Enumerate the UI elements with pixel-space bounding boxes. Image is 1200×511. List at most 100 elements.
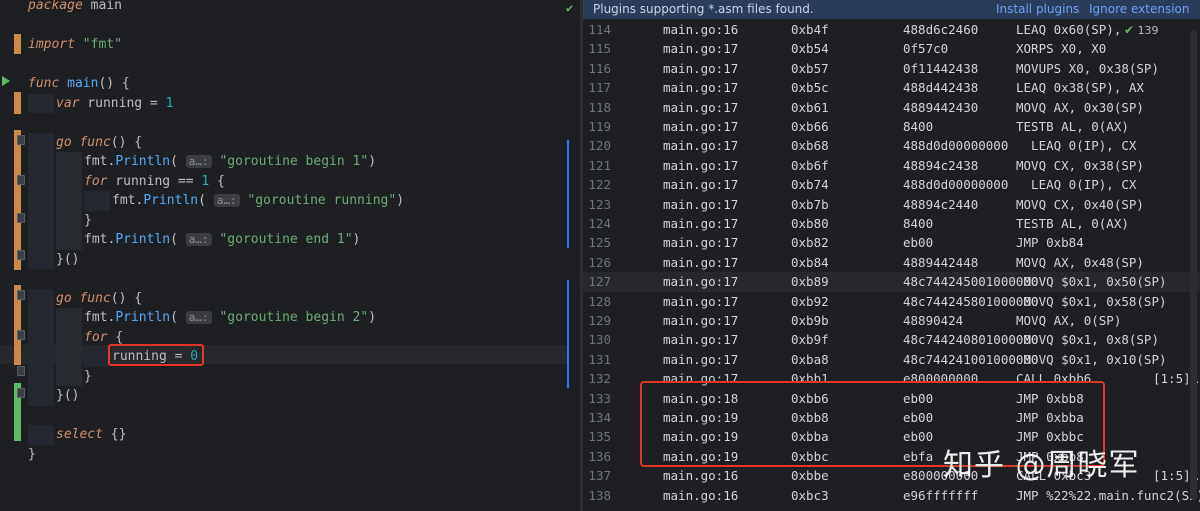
indent-guide [56,191,82,211]
keyword: import [28,37,75,52]
token: "fmt" [74,37,122,52]
keyword: var [56,95,80,111]
asm-line: 115 main.go:17 0xb54 0f57c0 XORPS X0, X0 [583,39,1200,58]
keyword: select [56,427,103,442]
inspection-count: 139 [1137,24,1159,37]
fold-icon[interactable] [17,250,25,260]
fold-icon[interactable] [17,330,25,340]
code-line: go func() { [0,288,580,308]
code-text: } [84,367,92,387]
vcs-change-marker[interactable] [14,130,21,270]
asm-opcode-bytes: 48890424 [903,313,964,328]
line-number: 120 [588,138,611,154]
code-text: fmt.Println( a…: "goroutine running") [112,193,405,208]
code-line: } [0,445,580,465]
asm-source-location: main.go:17 [663,332,739,348]
ide-window: ✔ package main import "fmt" func main() {v… [0,0,1200,511]
indent-guide [28,191,54,211]
fold-icon[interactable] [17,290,25,300]
indent-guide [28,171,54,191]
line-number: 136 [588,448,611,464]
indent-guide [56,230,82,250]
function-name: main [59,76,99,91]
vcs-change-marker[interactable] [14,34,21,54]
line-number: 131 [588,351,611,367]
vcs-change-marker[interactable] [14,92,21,114]
package-name: fmt [84,154,108,169]
vertical-scrollbar[interactable] [1190,30,1197,500]
asm-line: 131 main.go:17 0xba8 48c744241001000000 MOV… [583,350,1200,369]
parameter-hint: a…: [185,311,212,324]
indent-guide [28,93,54,113]
ignore-extension-link[interactable]: Ignore extension [1089,0,1189,19]
asm-instruction: JMP 0xb84 [1016,235,1084,251]
code-line: }() [0,249,580,269]
asm-line: 120 main.go:17 0xb68 488d0d00000000 LEAQ 0(… [583,136,1200,155]
parameter-hint: a…: [185,233,212,246]
asm-source-location: main.go:17 [663,138,739,154]
string-literal: "goroutine begin 1" [219,154,369,169]
asm-line: 138 main.go:16 0xbc3 e96fffffff JMP %22%22.m… [583,486,1200,505]
inspection-widget[interactable]: ✔ 139 [1124,23,1159,37]
source-editor[interactable]: ✔ package main import "fmt" func main() {v… [0,0,580,511]
token: { [107,329,124,345]
fold-icon[interactable] [17,135,25,145]
asm-source-location: main.go:17 [663,216,739,231]
line-number: 116 [588,60,611,76]
indent-guide [56,210,82,230]
fold-icon[interactable] [17,366,25,376]
asm-source-location: main.go:16 [663,468,739,484]
code-text: go func() { [56,133,142,153]
asm-address: 0xb82 [791,235,829,251]
code-text: } [28,445,36,465]
string-literal: "goroutine begin 2" [219,310,369,325]
plugin-banner: Plugins supporting *.asm files found. In… [583,0,1200,19]
asm-address: 0xb68 [791,138,829,154]
function-name: Println [115,310,171,325]
indent-guide [28,152,54,172]
asm-opcode-bytes: 48894c2438 [903,157,979,173]
code-line: select {} [0,425,580,445]
asm-opcode-bytes: 48894c2440 [903,196,979,212]
asm-source-location: main.go:17 [663,60,739,76]
asm-instruction: JMP %22%22.main.func2(SB) [1016,487,1200,503]
asm-address: 0xb9b [791,313,829,328]
fold-icon[interactable] [17,388,25,398]
asm-address: 0xb92 [791,293,829,309]
asm-opcode-bytes: 4889442430 [903,99,979,115]
indent-guide [28,425,54,445]
asm-opcode-bytes: 488d442438 [903,80,979,96]
asm-instruction: MOVQ AX, 0x30(SP) [1016,99,1144,115]
asm-opcode-bytes: 488d0d00000000 [903,177,1009,193]
line-number: 123 [588,196,611,212]
code-line: } [0,366,580,387]
indent-guide [28,386,54,406]
keyword: package [28,0,83,13]
indent-guide [28,366,54,386]
asm-source-location: main.go:17 [663,196,739,212]
code-text: select {} [56,425,126,445]
install-plugins-link[interactable]: Install plugins [996,0,1079,19]
line-number: 128 [588,293,611,309]
asm-address: 0xb57 [791,60,829,76]
keyword: func [71,290,111,306]
line-number: 124 [588,216,611,231]
line-number: 117 [588,80,611,96]
function-name: Println [115,232,171,247]
line-number: 115 [588,41,611,57]
indent-guide [56,347,82,367]
line-number: 133 [588,390,611,406]
fold-icon[interactable] [17,175,25,185]
asm-line: 125 main.go:17 0xb82 eb00 JMP 0xb84 [583,233,1200,252]
asm-opcode-bytes: 4889442448 [903,254,979,270]
asm-source-location: main.go:17 [663,99,739,115]
watermark: 知乎 @周晓军 [943,448,1140,483]
fold-icon[interactable] [17,213,25,223]
keyword: func [71,134,111,150]
asm-address: 0xb9f [791,332,829,348]
asm-editor[interactable]: Plugins supporting *.asm files found. In… [583,0,1200,511]
indent-guide [28,288,54,308]
